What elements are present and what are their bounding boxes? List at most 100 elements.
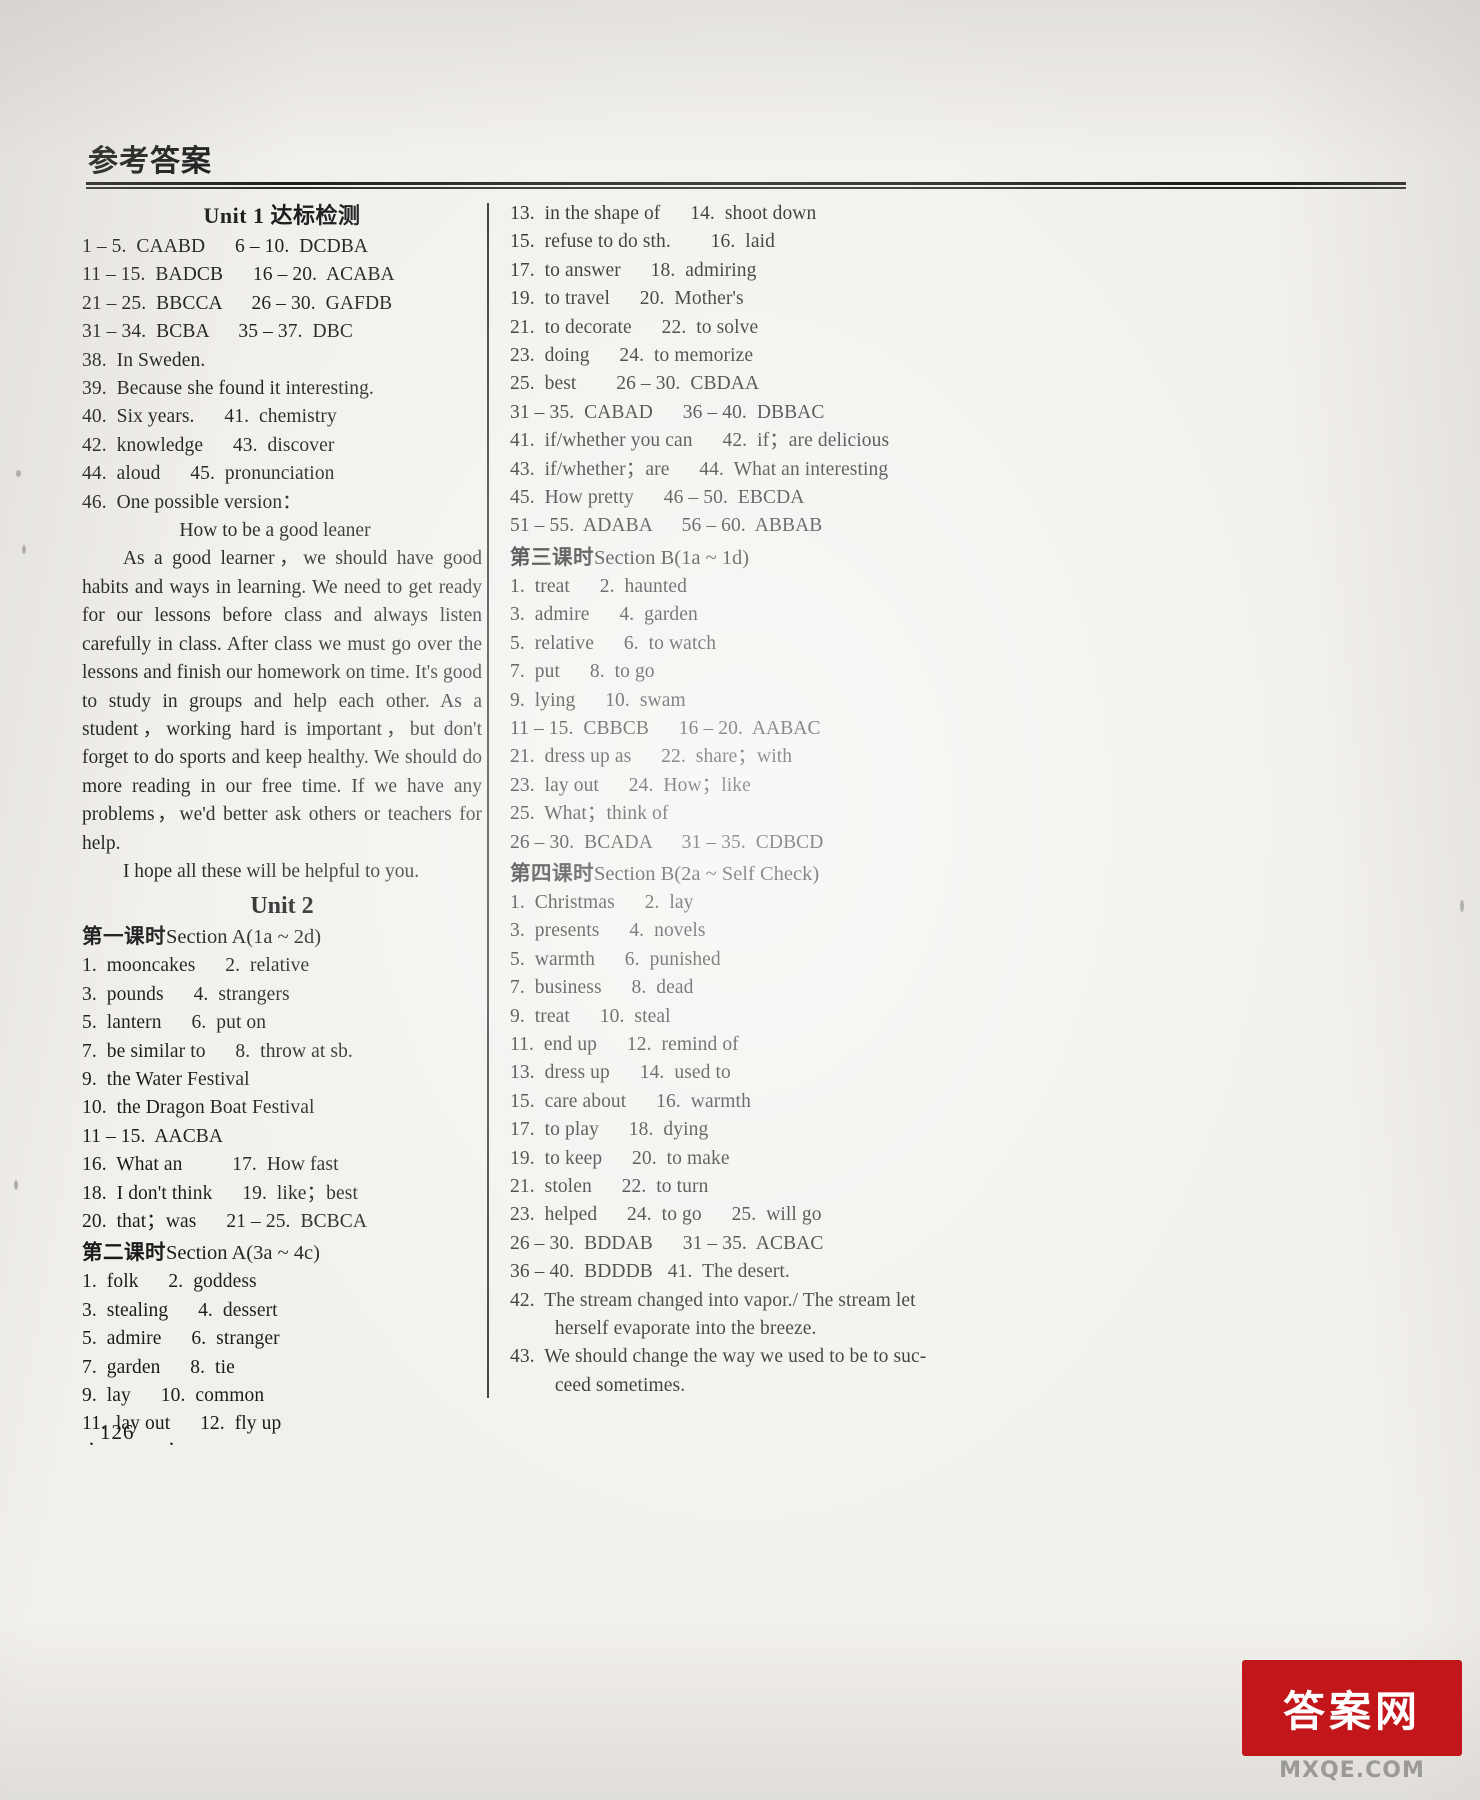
answer-line: 11. lay out 12. fly up	[82, 1413, 282, 1435]
lesson3-heading: 第三课时Section B(1a ~ 1d)	[510, 543, 920, 572]
right-column: 13. in the shape of 14. shoot down 15. r…	[510, 200, 927, 1400]
answer-line: 7. be similar to 8. throw at sb.	[82, 1040, 353, 1062]
answer-line: 1. Christmas 2. lay	[510, 891, 694, 913]
page-header-title: 参考答案	[88, 144, 212, 179]
answer-line: 40. Six years. 41. chemistry	[82, 406, 337, 428]
answer-line: 11 – 15. AACBA	[82, 1125, 224, 1147]
lesson2-heading-en: Section A(3a ~ 4c)	[166, 1242, 320, 1265]
answer-line: 26 – 30. BCADA 31 – 35. CDBCD	[510, 831, 824, 853]
answer-line: 13. dress up 14. used to	[510, 1062, 731, 1084]
answer-line: 1 – 5. CAABD 6 – 10. DCDBA	[82, 236, 369, 257]
header-rule-thick	[86, 182, 1406, 185]
answer-line: 51 – 55. ADABA 56 – 60. ABBAB	[510, 515, 823, 537]
answer-line: 25. What；think of	[510, 803, 669, 825]
answer-line: 10. the Dragon Boat Festival	[82, 1097, 315, 1119]
watermark-url: MXQE.COM	[1279, 1758, 1425, 1783]
answer-line: 31 – 34. BCBA 35 – 37. DBC	[82, 321, 353, 343]
page-number: 126	[100, 1420, 135, 1444]
answer-line: 17. to play 18. dying	[510, 1119, 709, 1141]
answer-line: 19. to keep 20. to make	[510, 1147, 730, 1169]
answer-line: 15. refuse to do sth. 16. laid	[510, 231, 775, 253]
answer-line: 41. if/whether you can 42. if；are delici…	[510, 430, 890, 452]
answer-line-continuation: herself evaporate into the breeze.	[554, 1318, 817, 1340]
answer-line: 3. stealing 4. dessert	[82, 1299, 278, 1321]
answer-line: 20. that；was 21 – 25. BCBCA	[82, 1211, 368, 1232]
lesson1-heading-cn: 第一课时	[82, 924, 166, 949]
answer-line: 23. doing 24. to memorize	[510, 345, 754, 367]
answer-line: 45. How pretty 46 – 50. EBCDA	[510, 487, 805, 509]
header-rule	[86, 182, 1406, 189]
answer-line: 9. the Water Festival	[82, 1068, 250, 1090]
unit2-heading: Unit 2	[250, 893, 314, 920]
scan-speckle	[1460, 900, 1464, 912]
lesson1-heading-en: Section A(1a ~ 2d)	[166, 926, 322, 949]
answer-line: 16. What an 17. How fast	[82, 1154, 339, 1176]
answer-line: 1. treat 2. haunted	[510, 575, 687, 597]
answer-line-continuation: ceed sometimes.	[554, 1374, 686, 1396]
answer-line: 43. We should change the way we used to …	[510, 1346, 927, 1368]
lesson4-heading-en: Section B(2a ~ Self Check)	[594, 862, 820, 885]
answer-line: 39. Because she found it interesting.	[82, 378, 374, 400]
answer-line: 26 – 30. BDDAB 31 – 35. ACBAC	[510, 1232, 824, 1254]
answer-line: 42. knowledge 43. discover	[82, 434, 335, 456]
answer-line: 21. dress up as 22. share；with	[510, 746, 793, 768]
answer-line: 13. in the shape of 14. shoot down	[510, 203, 817, 224]
scan-speckle	[14, 1180, 18, 1190]
lesson2-heading-cn: 第二课时	[82, 1240, 166, 1265]
answer-line: 31 – 35. CABAD 36 – 40. DBBAC	[510, 401, 825, 423]
answer-line: 18. I don't think 19. like；best	[82, 1182, 358, 1204]
lesson4-heading-cn: 第四课时	[510, 860, 594, 885]
answer-line: 23. lay out 24. How；like	[510, 774, 751, 796]
unit1-heading-en: Unit 1	[203, 203, 265, 228]
answer-line: 19. to travel 20. Mother's	[510, 288, 744, 310]
folio-dot-right: ·	[168, 1432, 175, 1456]
watermark-badge: 答案网	[1242, 1660, 1462, 1756]
answer-line: 3. admire 4. garden	[510, 604, 698, 626]
answer-line: 11 – 15. CBBCB 16 – 20. AABAC	[510, 717, 821, 739]
answer-line: 44. aloud 45. pronunciation	[82, 463, 335, 485]
answer-line: 21 – 25. BBCCA 26 – 30. GAFDB	[82, 292, 393, 314]
answer-line: 23. helped 24. to go 25. will go	[510, 1204, 822, 1226]
answer-line: 9. lying 10. swam	[510, 689, 686, 711]
answer-line: 7. put 8. to go	[510, 661, 655, 683]
answer-line: 38. In Sweden.	[82, 349, 206, 371]
answer-line: 9. lay 10. common	[82, 1385, 265, 1407]
page-content: 参考答案 Unit 1 达标检测 1 – 5. CAABD 6 – 10. DC…	[0, 0, 1480, 1800]
answer-line: 7. garden 8. tie	[82, 1356, 235, 1378]
answer-line: 7. business 8. dead	[510, 977, 694, 999]
answer-line: 5. relative 6. to watch	[510, 632, 717, 654]
lesson2-heading: 第二课时Section A(3a ~ 4c)	[82, 1238, 482, 1267]
answer-line: 21. to decorate 22. to solve	[510, 316, 759, 338]
essay-closing: I hope all these will be helpful to you.	[122, 860, 420, 882]
lesson4-heading: 第四课时Section B(2a ~ Self Check)	[510, 859, 920, 888]
answer-line: 17. to answer 18. admiring	[510, 259, 757, 281]
lesson3-heading-cn: 第三课时	[510, 544, 594, 569]
answer-key-page: 参考答案 Unit 1 达标检测 1 – 5. CAABD 6 – 10. DC…	[0, 0, 1480, 1800]
answer-line: 3. presents 4. novels	[510, 920, 706, 942]
answer-line: 9. treat 10. steal	[510, 1005, 671, 1027]
answer-line: 1. mooncakes 2. relative	[82, 955, 310, 977]
lesson3-heading-en: Section B(1a ~ 1d)	[594, 546, 750, 569]
watermark: 答案网 MXQE.COM	[1242, 1660, 1462, 1784]
answer-line: 21. stolen 22. to turn	[510, 1176, 709, 1197]
header-rule-thin	[86, 187, 1406, 189]
answer-line: 43. if/whether；are 44. What an interesti…	[510, 458, 889, 480]
answer-line: 5. lantern 6. put on	[82, 1012, 267, 1034]
lesson1-heading: 第一课时Section A(1a ~ 2d)	[82, 922, 482, 951]
answer-line: 3. pounds 4. strangers	[82, 983, 290, 1005]
column-divider	[487, 203, 489, 1398]
scan-speckle	[22, 545, 26, 554]
answer-line: 11. end up 12. remind of	[510, 1033, 739, 1055]
answer-line: 5. warmth 6. punished	[510, 948, 721, 970]
essay-title: How to be a good leaner	[179, 520, 371, 542]
scan-speckle	[16, 470, 21, 477]
essay-body: As a good learner，we should have good ha…	[82, 548, 482, 854]
unit1-heading: Unit 1 达标检测	[82, 202, 482, 231]
folio-dot-left: ·	[88, 1432, 95, 1456]
answer-line: 11 – 15. BADCB 16 – 20. ACABA	[82, 264, 395, 286]
left-column: Unit 1 达标检测 1 – 5. CAABD 6 – 10. DCDBA 1…	[82, 200, 482, 1439]
answer-line: 15. care about 16. warmth	[510, 1090, 751, 1112]
unit1-heading-cn: 达标检测	[270, 204, 361, 229]
watermark-badge-label: 答案网	[1282, 1686, 1421, 1736]
answer-line: 42. The stream changed into vapor./ The …	[510, 1289, 916, 1311]
